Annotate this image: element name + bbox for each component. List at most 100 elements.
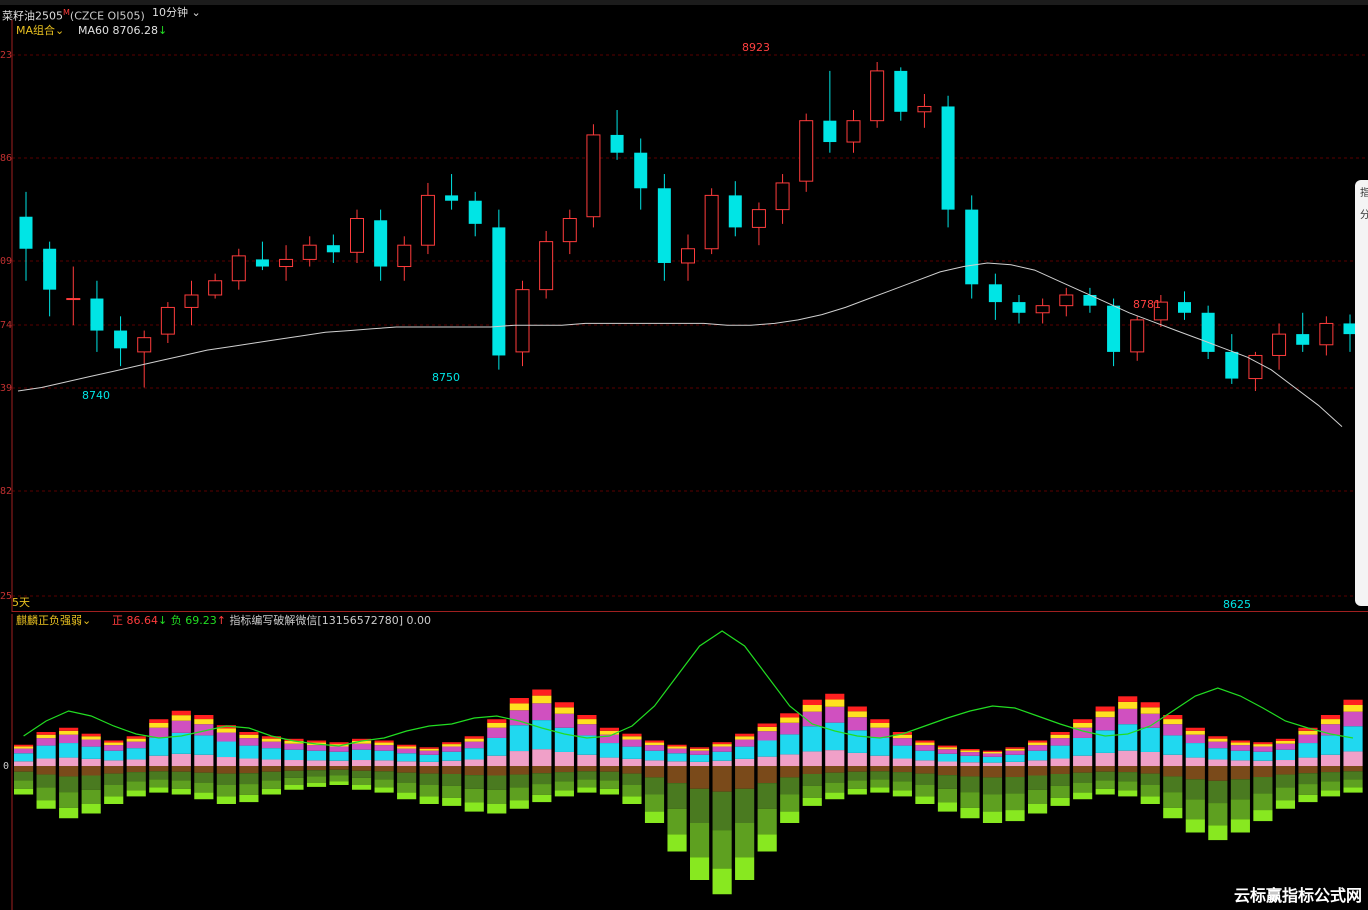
positive-bar [960, 749, 980, 766]
negative-bar [690, 766, 710, 880]
positive-bar [1253, 742, 1273, 766]
candle [799, 113, 814, 192]
positive-bar [757, 723, 777, 766]
candle [1248, 351, 1263, 392]
side-char: 分 [1360, 210, 1368, 221]
negative-bar [644, 766, 665, 823]
positive-bar [284, 738, 304, 766]
positive-bar [690, 747, 710, 766]
positive-bar [419, 747, 439, 766]
negative-bar [780, 766, 800, 823]
negative-bar [802, 766, 822, 806]
negative-bar [239, 766, 259, 803]
candle [114, 316, 128, 367]
positive-bar [1230, 740, 1250, 766]
negative-bar [599, 766, 620, 795]
positive-bar [14, 744, 34, 766]
positive-bar [1005, 747, 1025, 766]
negative-bar [306, 766, 327, 787]
positive-bar [712, 742, 732, 766]
candle [539, 230, 554, 299]
negative-bar [194, 766, 214, 800]
positive-bar [1050, 732, 1070, 766]
negative-bar [1343, 766, 1363, 793]
positive-bar [937, 745, 958, 766]
positive-bar [1208, 736, 1228, 766]
negative-bar [14, 766, 34, 795]
positive-bar [667, 744, 687, 766]
negative-bar [847, 766, 867, 795]
positive-bar [464, 736, 484, 766]
negative-bar [622, 766, 642, 804]
positive-bar [825, 693, 845, 766]
negative-bar [915, 766, 935, 804]
positive-bar [239, 732, 259, 766]
candle [610, 110, 624, 160]
negative-bar [36, 766, 56, 809]
positive-bar [780, 713, 800, 766]
candle [775, 174, 790, 224]
positive-bar [870, 719, 890, 766]
positive-bar [1140, 702, 1160, 766]
positive-bar [487, 719, 507, 766]
negative-bar [960, 766, 980, 819]
candle [751, 202, 766, 246]
side-char: 指 [1360, 188, 1368, 199]
positive-bar [171, 710, 191, 766]
positive-bar [261, 736, 282, 766]
negative-bar [1320, 766, 1341, 797]
positive-bar [1275, 738, 1296, 766]
negative-bar [171, 766, 191, 795]
candle [90, 280, 104, 352]
negative-bar [216, 766, 236, 804]
negative-bar [149, 766, 169, 793]
negative-bar [1298, 766, 1318, 803]
negative-bar [1163, 766, 1183, 819]
negative-bar [1118, 766, 1138, 797]
indicator-chart[interactable] [0, 614, 1368, 910]
negative-bar [509, 766, 529, 809]
candle [445, 174, 459, 210]
negative-bar [554, 766, 574, 797]
positive-bar [374, 740, 394, 766]
negative-bar [487, 766, 507, 814]
positive-bar [126, 736, 146, 766]
negative-bar [532, 766, 552, 803]
positive-bar [577, 715, 597, 766]
negative-bar [1208, 766, 1228, 841]
candle [941, 95, 955, 228]
negative-bar [1185, 766, 1205, 833]
positive-bar [149, 719, 169, 766]
positive-bar [1298, 727, 1318, 766]
positive-bar [194, 715, 214, 766]
candle [184, 280, 199, 326]
negative-bar [374, 766, 394, 793]
positive-bar [1343, 699, 1363, 766]
positive-bar [442, 742, 462, 766]
candle [468, 191, 482, 237]
negative-bar [1140, 766, 1160, 804]
candle [349, 209, 365, 263]
positive-bar [1320, 715, 1341, 766]
candlestick-chart[interactable]: 8923 8740 8750 8781 8625 [0, 0, 1368, 612]
positive-bar [104, 740, 124, 766]
negative-bar [757, 766, 777, 852]
positive-bar [1163, 715, 1183, 766]
side-drawer-tab[interactable]: 指 分 [1355, 180, 1368, 606]
candle [1130, 316, 1145, 361]
candle [255, 241, 269, 271]
candle [19, 191, 33, 281]
candle [1319, 316, 1334, 356]
positive-bar [1073, 719, 1093, 766]
candle [420, 182, 435, 255]
positive-bar [735, 733, 755, 766]
negative-bar [937, 766, 958, 812]
candle [1201, 305, 1215, 360]
candle [1107, 298, 1121, 367]
candle [160, 302, 175, 344]
negative-bar [352, 766, 372, 790]
annotation-low: 8740 [82, 389, 110, 402]
negative-bar [1050, 766, 1070, 806]
candle [586, 124, 601, 228]
candle [1272, 323, 1287, 370]
